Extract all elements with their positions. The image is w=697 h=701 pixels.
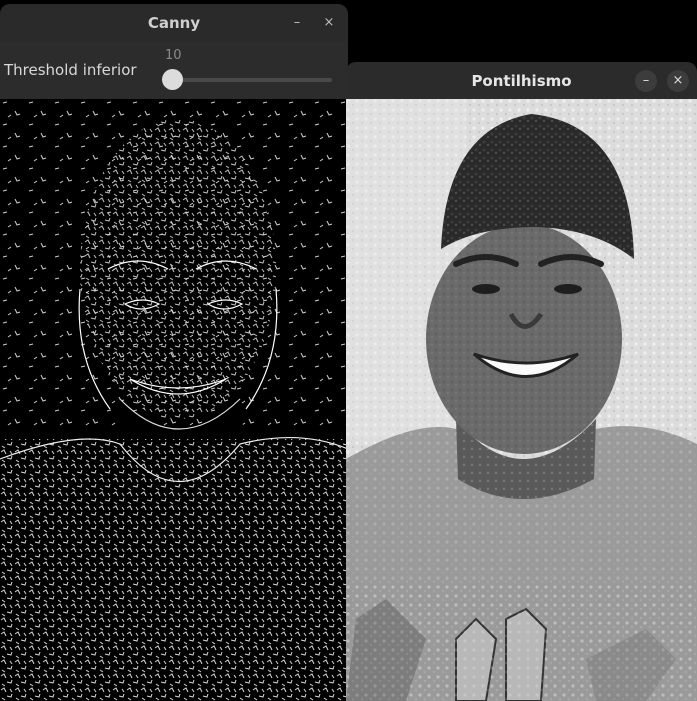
close-icon[interactable]: ×	[318, 12, 340, 34]
canny-window-controls: – ×	[286, 4, 340, 41]
canny-edge-art	[0, 99, 348, 701]
pontilhismo-window: Pontilhismo – ×	[346, 62, 697, 701]
threshold-slider-track[interactable]	[172, 78, 332, 82]
threshold-slider-handle[interactable]	[162, 69, 183, 90]
minimize-icon[interactable]: –	[635, 69, 657, 92]
pontilhismo-image	[346, 99, 697, 701]
threshold-value: 10	[165, 48, 182, 63]
canny-edge-image	[0, 99, 348, 701]
pontilhismo-window-controls: – ×	[635, 62, 689, 99]
threshold-label: Threshold inferior	[4, 61, 137, 79]
canny-titlebar[interactable]: Canny – ×	[0, 4, 348, 41]
canny-window: Canny – × Threshold inferior 10	[0, 4, 348, 701]
canny-title: Canny	[147, 13, 201, 32]
pontilhismo-titlebar[interactable]: Pontilhismo – ×	[346, 62, 697, 99]
threshold-trackbar: Threshold inferior 10	[0, 41, 348, 99]
pontilhismo-title: Pontilhismo	[471, 71, 572, 90]
pointillism-portrait	[346, 99, 697, 701]
close-icon[interactable]: ×	[667, 69, 689, 92]
minimize-icon[interactable]: –	[286, 12, 308, 34]
